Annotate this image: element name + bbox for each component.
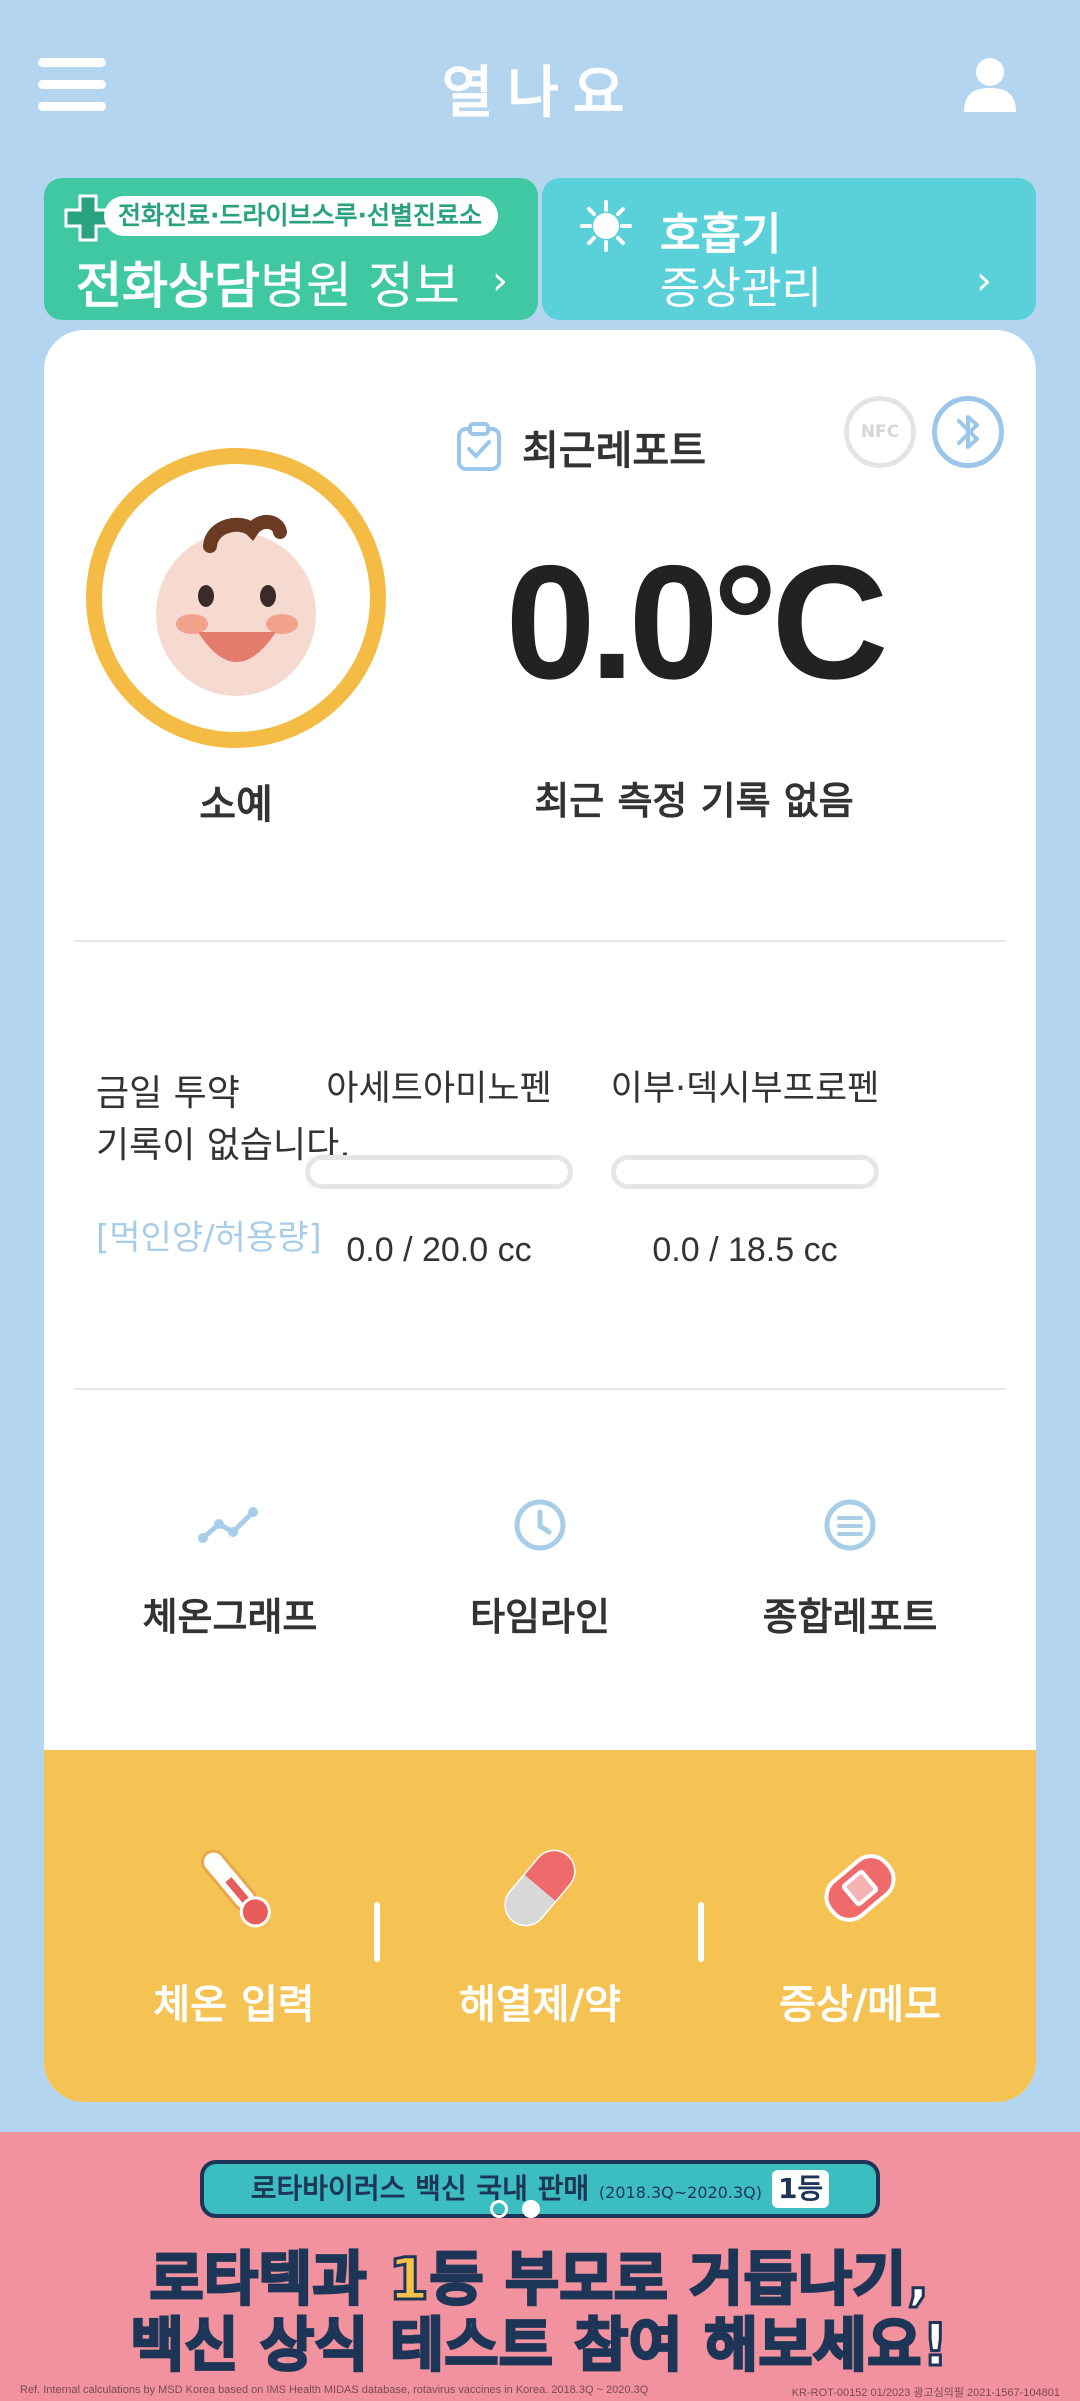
main-card: 최근레포트 NFC 소예 0.0°C 최근 측정 기록 없음 금일 투약 기록이… [44, 330, 1036, 2102]
temperature-display: 0.0°C [505, 532, 889, 713]
divider [74, 1388, 1006, 1390]
carousel-dot-active[interactable] [522, 2200, 540, 2218]
baby-face-icon [156, 515, 316, 696]
dose-progress-bar [305, 1155, 573, 1189]
temperature-input-button[interactable]: 체온 입력 [84, 1750, 384, 2102]
dose-progress-bar [611, 1155, 879, 1189]
child-avatar[interactable] [86, 448, 386, 748]
dose-allowance-link[interactable]: [먹인양/허용량] [96, 1210, 322, 1259]
ad-code: KR-ROT-00152 01/2023 광고심의필 2021-1567-104… [791, 2387, 1060, 2399]
chevron-right-icon: › [492, 258, 508, 304]
timeline-button[interactable]: 타임라인 [410, 1490, 670, 1641]
user-profile-icon[interactable] [960, 56, 1020, 112]
temperature-graph-button[interactable]: 체온그래프 [100, 1490, 360, 1641]
ad-footnote: Ref. Internal calculations by MSD Korea … [20, 2384, 649, 2396]
carousel-dots [490, 2200, 540, 2218]
separator [374, 1902, 380, 1962]
chevron-right-icon: › [976, 258, 992, 304]
virus-icon [580, 200, 632, 252]
full-report-button[interactable]: 종합레포트 [720, 1490, 980, 1641]
app-header: 열나요 [0, 0, 1080, 170]
ad-headline-2: 백신 상식 테스트 참여 해보세요! [129, 2310, 950, 2381]
divider [74, 940, 1006, 942]
medication-ibuprofen: 이부·덱시부프로펜 0.0 / 18.5 cc [600, 1060, 890, 1270]
fever-medicine-button[interactable]: 해열제/약 [390, 1750, 690, 2102]
telemedicine-banner[interactable]: 전화진료·드라이브스루·선별진료소 전화상담병원 정보 › [44, 178, 538, 320]
pill-icon [504, 1849, 576, 1927]
clock-icon [514, 1499, 566, 1551]
banner-subtitle: 증상관리 [660, 263, 822, 314]
nfc-icon[interactable]: NFC [844, 396, 916, 468]
child-name: 소예 [199, 782, 273, 828]
graph-icon [198, 1507, 258, 1543]
banner-title: 전화상담병원 정보 [76, 257, 460, 315]
recent-report-label: 최근레포트 [522, 428, 706, 474]
symptom-memo-button[interactable]: 증상/메모 [710, 1750, 1010, 2102]
clipboard-check-icon [457, 422, 501, 471]
bluetooth-icon[interactable] [932, 396, 1004, 468]
carousel-dot[interactable] [490, 2200, 508, 2218]
report-list-icon [824, 1499, 876, 1551]
no-record-message: 최근 측정 기록 없음 [534, 779, 854, 823]
respiratory-banner[interactable]: 호흡기 증상관리 › [542, 178, 1036, 320]
ad-banner[interactable]: 로타바이러스 백신 국내 판매 (2018.3Q~2020.3Q) 1등 로타텍과… [0, 2132, 1080, 2401]
separator [698, 1902, 704, 1962]
ad-pill: 로타바이러스 백신 국내 판매 (2018.3Q~2020.3Q) 1등 [200, 2160, 880, 2218]
dose-amount: 0.0 / 18.5 cc [652, 1231, 838, 1269]
app-title: 열나요 [441, 61, 639, 126]
bandage-icon [824, 1854, 896, 1922]
dose-amount: 0.0 / 20.0 cc [346, 1231, 532, 1269]
banner-pill-label: 전화진료·드라이브스루·선별진료소 [104, 196, 498, 236]
quick-input-panel: 체온 입력 해열제/약 증상/메모 [44, 1750, 1036, 2102]
recent-report-button[interactable]: 최근레포트 [454, 418, 706, 476]
medication-acetaminophen: 아세트아미노펜 0.0 / 20.0 cc [294, 1060, 584, 1270]
thermometer-icon [201, 1849, 271, 1928]
